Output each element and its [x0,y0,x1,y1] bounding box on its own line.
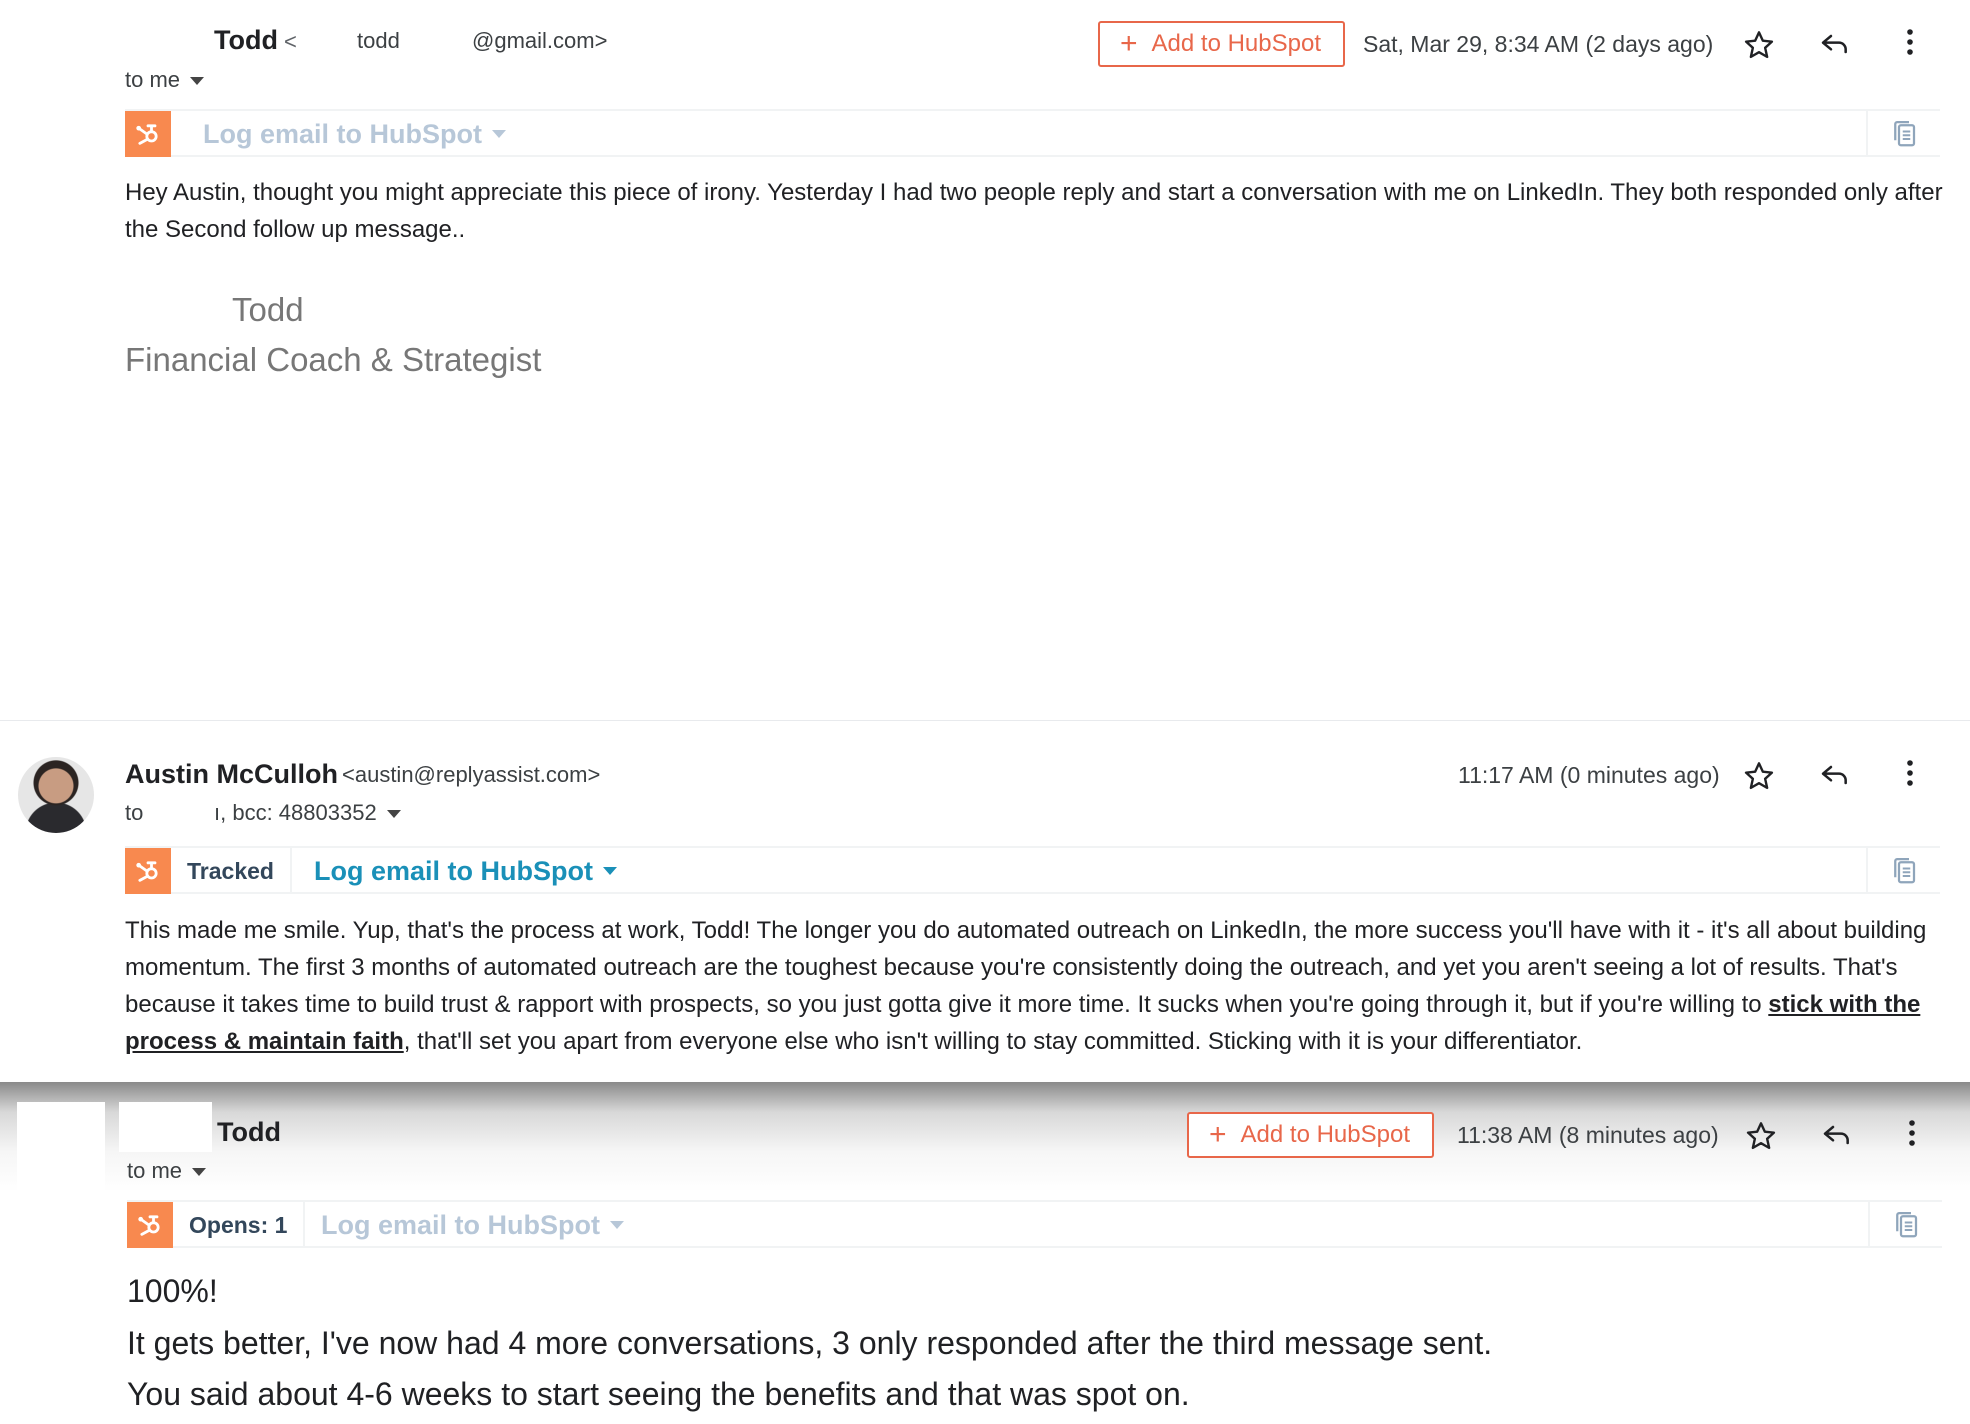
chevron-down-icon [386,810,401,819]
log-email-to-hubspot-dropdown[interactable]: Log email to HubSpot [321,1202,624,1248]
redacted-name-block [119,1102,212,1152]
chevron-down-icon [602,867,617,875]
recipient-details-toggle[interactable]: ı, bcc: 48803352 [214,800,401,826]
email-message-2: Austin McCulloh <austin@replyassist.com>… [0,720,1970,1082]
star-icon[interactable] [1739,756,1779,796]
more-options-icon[interactable] [1892,1113,1932,1153]
chevron-down-icon [609,1221,624,1229]
log-email-label: Log email to HubSpot [314,855,593,886]
sender-name: Todd [217,1117,281,1147]
chevron-down-icon [190,77,205,86]
copy-icon[interactable] [1866,848,1940,894]
plus-icon: + [1209,1118,1227,1151]
timestamp: Sat, Mar 29, 8:34 AM (2 days ago) [1363,31,1714,57]
recipient-label: ı, bcc: 48803352 [214,800,377,825]
sender-email-domain: @gmail.com> [472,28,608,53]
add-to-hubspot-button[interactable]: + Add to HubSpot [1098,21,1345,67]
more-options-icon[interactable] [1890,22,1930,62]
sender-name: Austin McCulloh [125,759,338,789]
timestamp: 11:38 AM (8 minutes ago) [1457,1122,1719,1148]
signature-name: Todd [232,291,304,328]
reply-icon[interactable] [1817,1115,1857,1155]
message-body: Hey Austin, thought you might appreciate… [125,179,1943,243]
recipient-details-toggle[interactable]: to me [125,67,205,93]
hubspot-toolbar: Log email to HubSpot [125,109,1940,157]
reply-icon[interactable] [1815,755,1855,795]
recipient-label: to me [125,67,181,92]
avatar[interactable] [18,757,94,833]
email-message-1: Todd < todd @gmail.com> to me + Add to H… [0,0,1970,720]
avatar [17,1102,105,1202]
reply-icon[interactable] [1815,24,1855,64]
sender-email: <austin@replyassist.com> [342,762,601,787]
sender-name: Todd [214,25,278,55]
hubspot-logo-icon [127,1202,173,1248]
message-line-1: 100%! [127,1273,218,1309]
copy-icon[interactable] [1868,1202,1942,1248]
tracked-label: Tracked [171,848,292,894]
opens-count-label: Opens: 1 [173,1202,306,1248]
recipient-label: to me [127,1158,183,1183]
hubspot-logo-icon [125,848,171,894]
log-email-label: Log email to HubSpot [321,1209,600,1240]
add-to-hubspot-label: Add to HubSpot [1240,1121,1410,1148]
signature-title: Financial Coach & Strategist [125,341,542,378]
plus-icon: + [1120,27,1138,60]
message-line-3: You said about 4-6 weeks to start seeing… [127,1376,1190,1412]
hubspot-toolbar: Opens: 1 Log email to HubSpot [127,1200,1942,1248]
star-icon[interactable] [1741,1116,1781,1156]
email-message-3: Todd to me + Add to HubSpot 11:38 AM (8 … [0,1082,1970,1424]
log-email-to-hubspot-dropdown[interactable]: Log email to HubSpot [203,111,506,157]
hubspot-toolbar: Tracked Log email to HubSpot [125,846,1940,894]
sender-email-user: todd [357,28,400,53]
chevron-down-icon [192,1168,207,1177]
copy-icon[interactable] [1866,111,1940,157]
body-text-start: This made me smile. Yup, that's the proc… [125,917,1927,1018]
hubspot-logo-icon [125,111,171,157]
more-options-icon[interactable] [1890,753,1930,793]
message-line-2: It gets better, I've now had 4 more conv… [127,1325,1493,1361]
star-icon[interactable] [1739,25,1779,65]
chevron-down-icon [491,130,506,138]
log-email-to-hubspot-dropdown[interactable]: Log email to HubSpot [314,848,617,894]
body-text-end: , that'll set you apart from everyone el… [403,1028,1583,1055]
recipient-prefix: to [125,800,144,825]
timestamp: 11:17 AM (0 minutes ago) [1458,762,1720,788]
log-email-label: Log email to HubSpot [203,118,482,149]
message-body: This made me smile. Yup, that's the proc… [125,912,1945,1060]
recipient-details-toggle[interactable]: to me [127,1158,207,1184]
sender-email-bracket: < [284,29,297,54]
add-to-hubspot-label: Add to HubSpot [1151,30,1321,57]
add-to-hubspot-button[interactable]: + Add to HubSpot [1187,1112,1434,1158]
